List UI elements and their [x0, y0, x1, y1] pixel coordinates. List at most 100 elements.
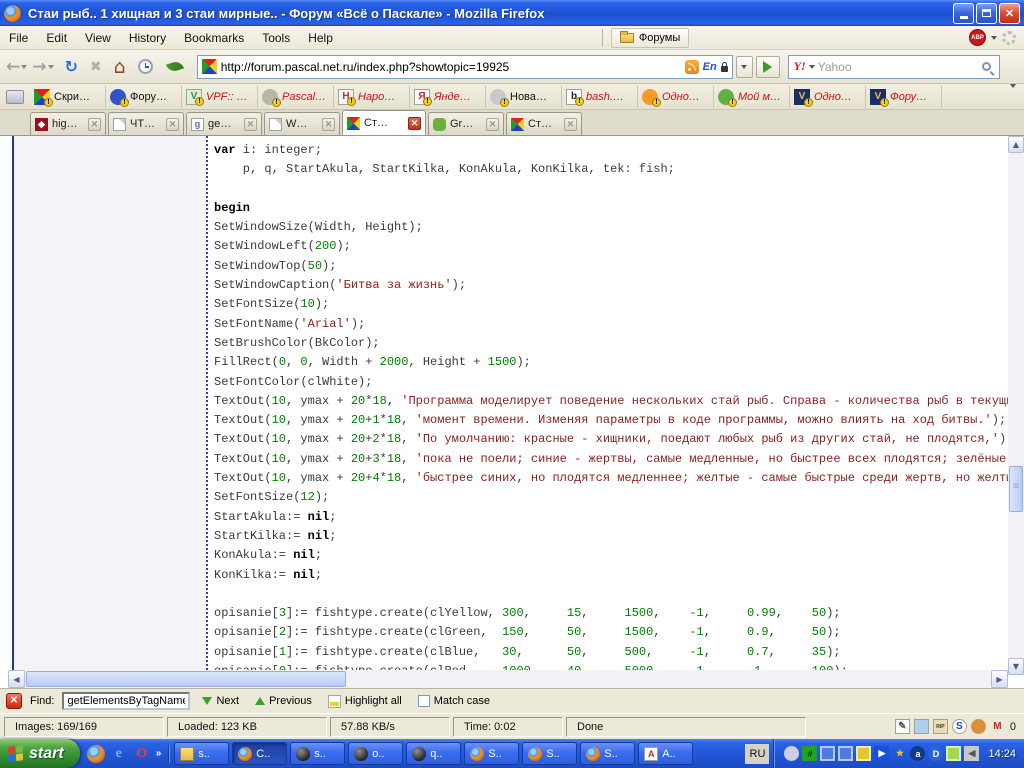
- bookmark-item[interactable]: !Фору…: [106, 86, 182, 108]
- bookmark-item[interactable]: !Pascal…: [258, 86, 334, 108]
- find-input[interactable]: [62, 692, 190, 710]
- tab[interactable]: Gr…✕: [428, 112, 504, 135]
- bookmark-item[interactable]: !Нова…: [486, 86, 562, 108]
- network-monitor-icon[interactable]: [820, 746, 835, 761]
- maximize-button[interactable]: [976, 3, 997, 24]
- taskbar-button[interactable]: AA..: [638, 742, 693, 765]
- match-case-checkbox[interactable]: Match case: [414, 691, 494, 711]
- tab-active[interactable]: Ст…✕: [342, 110, 426, 135]
- tab[interactable]: Ст…✕: [506, 112, 582, 135]
- scroll-up-button[interactable]: ▲: [1008, 136, 1024, 153]
- search-bar[interactable]: Y! Yahoo: [788, 55, 1000, 79]
- bookmark-item[interactable]: V!Одно…: [790, 86, 866, 108]
- bookmark-item[interactable]: !Скри…: [30, 86, 106, 108]
- highlight-all-button[interactable]: Highlight all: [324, 691, 406, 711]
- yellow-tool-icon[interactable]: [856, 746, 871, 761]
- taskbar-button-active[interactable]: C..: [232, 742, 287, 765]
- history-clock-icon[interactable]: [138, 59, 153, 74]
- monkey-icon[interactable]: [971, 719, 986, 734]
- bookmark-item[interactable]: Н!Наро…: [334, 86, 410, 108]
- address-bar[interactable]: http://forum.pascal.net.ru/index.php?sho…: [197, 55, 733, 79]
- home-button[interactable]: ⌂: [114, 56, 126, 78]
- taskbar-button[interactable]: S..: [580, 742, 635, 765]
- scroll-left-button[interactable]: ◀: [8, 670, 25, 688]
- tab[interactable]: W…✕: [264, 112, 340, 135]
- search-placeholder[interactable]: Yahoo: [818, 60, 979, 74]
- display-icon[interactable]: [946, 746, 961, 761]
- bookmark-item[interactable]: !Мой м…: [714, 86, 790, 108]
- vertical-scroll-thumb[interactable]: [1009, 466, 1023, 512]
- find-close-button[interactable]: ✕: [6, 693, 22, 709]
- tab[interactable]: ◆hig…✕: [30, 112, 106, 135]
- bookmarks-overflow-chevron[interactable]: [1010, 88, 1016, 106]
- ie-quicklaunch[interactable]: e: [110, 745, 128, 763]
- checkbox-icon[interactable]: [418, 695, 430, 707]
- back-dropdown-icon[interactable]: [21, 65, 27, 69]
- messenger-icon[interactable]: [784, 746, 799, 761]
- scroll-right-button[interactable]: ▶: [991, 670, 1008, 688]
- scroll-down-button[interactable]: ▼: [1008, 658, 1024, 675]
- horizontal-scroll-thumb[interactable]: [26, 671, 346, 687]
- leaf-icon[interactable]: [166, 60, 184, 74]
- firefox-quicklaunch[interactable]: [87, 745, 105, 763]
- rss-feed-icon[interactable]: [685, 60, 699, 74]
- tab-close-icon[interactable]: ✕: [244, 118, 257, 131]
- tab-close-icon[interactable]: ✕: [564, 118, 577, 131]
- close-button[interactable]: ✕: [999, 3, 1020, 24]
- menu-edit[interactable]: Edit: [37, 27, 76, 49]
- opera-quicklaunch[interactable]: O: [133, 745, 151, 763]
- taskbar-button[interactable]: S..: [464, 742, 519, 765]
- find-previous-button[interactable]: Previous: [251, 691, 316, 711]
- tab[interactable]: ЧТ…✕: [108, 112, 184, 135]
- menu-history[interactable]: History: [120, 27, 175, 49]
- taskbar-button[interactable]: s..: [290, 742, 345, 765]
- vnc-icon[interactable]: #: [802, 746, 817, 761]
- taskbar-button[interactable]: q..: [406, 742, 461, 765]
- bookmark-item[interactable]: b!bash.…: [562, 86, 638, 108]
- adblock-icon[interactable]: ABP: [969, 29, 986, 46]
- stop-button[interactable]: ✖: [90, 59, 102, 75]
- url-dropdown-button[interactable]: [736, 56, 753, 78]
- menu-bookmarks[interactable]: Bookmarks: [175, 27, 253, 49]
- tab-close-icon[interactable]: ✕: [166, 118, 179, 131]
- forums-folder-button[interactable]: Форумы: [611, 28, 689, 48]
- menu-file[interactable]: File: [0, 27, 37, 49]
- bookmark-item[interactable]: !Одно…: [638, 86, 714, 108]
- dcpp-icon[interactable]: D: [928, 746, 943, 761]
- find-next-button[interactable]: Next: [198, 691, 243, 711]
- panel-icon[interactable]: [914, 719, 929, 734]
- forward-button[interactable]: →: [32, 57, 46, 77]
- tab-close-icon[interactable]: ✕: [408, 117, 421, 130]
- skype-icon[interactable]: S: [952, 719, 967, 734]
- url-text[interactable]: http://forum.pascal.net.ru/index.php?sho…: [221, 60, 681, 74]
- volume-icon[interactable]: ◀: [964, 746, 979, 761]
- horizontal-scrollbar[interactable]: ◀ ▶: [8, 670, 1008, 688]
- menu-view[interactable]: View: [76, 27, 120, 49]
- go-button[interactable]: [756, 56, 780, 78]
- vertical-scrollbar[interactable]: ▲ ▼: [1008, 136, 1024, 676]
- menu-help[interactable]: Help: [299, 27, 342, 49]
- taskbar-button[interactable]: o..: [348, 742, 403, 765]
- bookmark-item[interactable]: V!Фору…: [866, 86, 942, 108]
- language-indicator[interactable]: RU: [745, 744, 769, 764]
- tab-close-icon[interactable]: ✕: [322, 118, 335, 131]
- media-player-icon[interactable]: ▶: [874, 746, 889, 761]
- minimize-button[interactable]: [953, 3, 974, 24]
- taskbar-clock[interactable]: 14:24: [988, 748, 1016, 760]
- search-icon[interactable]: [982, 62, 991, 71]
- tab[interactable]: gge…✕: [186, 112, 262, 135]
- taskbar-button[interactable]: S..: [522, 742, 577, 765]
- bookmark-item[interactable]: V!VPF:: …: [182, 86, 258, 108]
- rip-icon[interactable]: RIP: [933, 719, 948, 734]
- back-button[interactable]: ←: [6, 57, 20, 77]
- alcohol-icon[interactable]: a: [910, 746, 925, 761]
- tab-close-icon[interactable]: ✕: [486, 118, 499, 131]
- forward-dropdown-icon[interactable]: [48, 65, 54, 69]
- compose-icon[interactable]: ✎: [895, 719, 910, 734]
- search-engine-dropdown-icon[interactable]: [809, 65, 815, 69]
- menu-tools[interactable]: Tools: [253, 27, 299, 49]
- search-engine-icon[interactable]: Y!: [794, 59, 806, 74]
- bookmarks-folder-icon[interactable]: [6, 90, 24, 104]
- tab-close-icon[interactable]: ✕: [88, 118, 101, 131]
- network-monitor2-icon[interactable]: [838, 746, 853, 761]
